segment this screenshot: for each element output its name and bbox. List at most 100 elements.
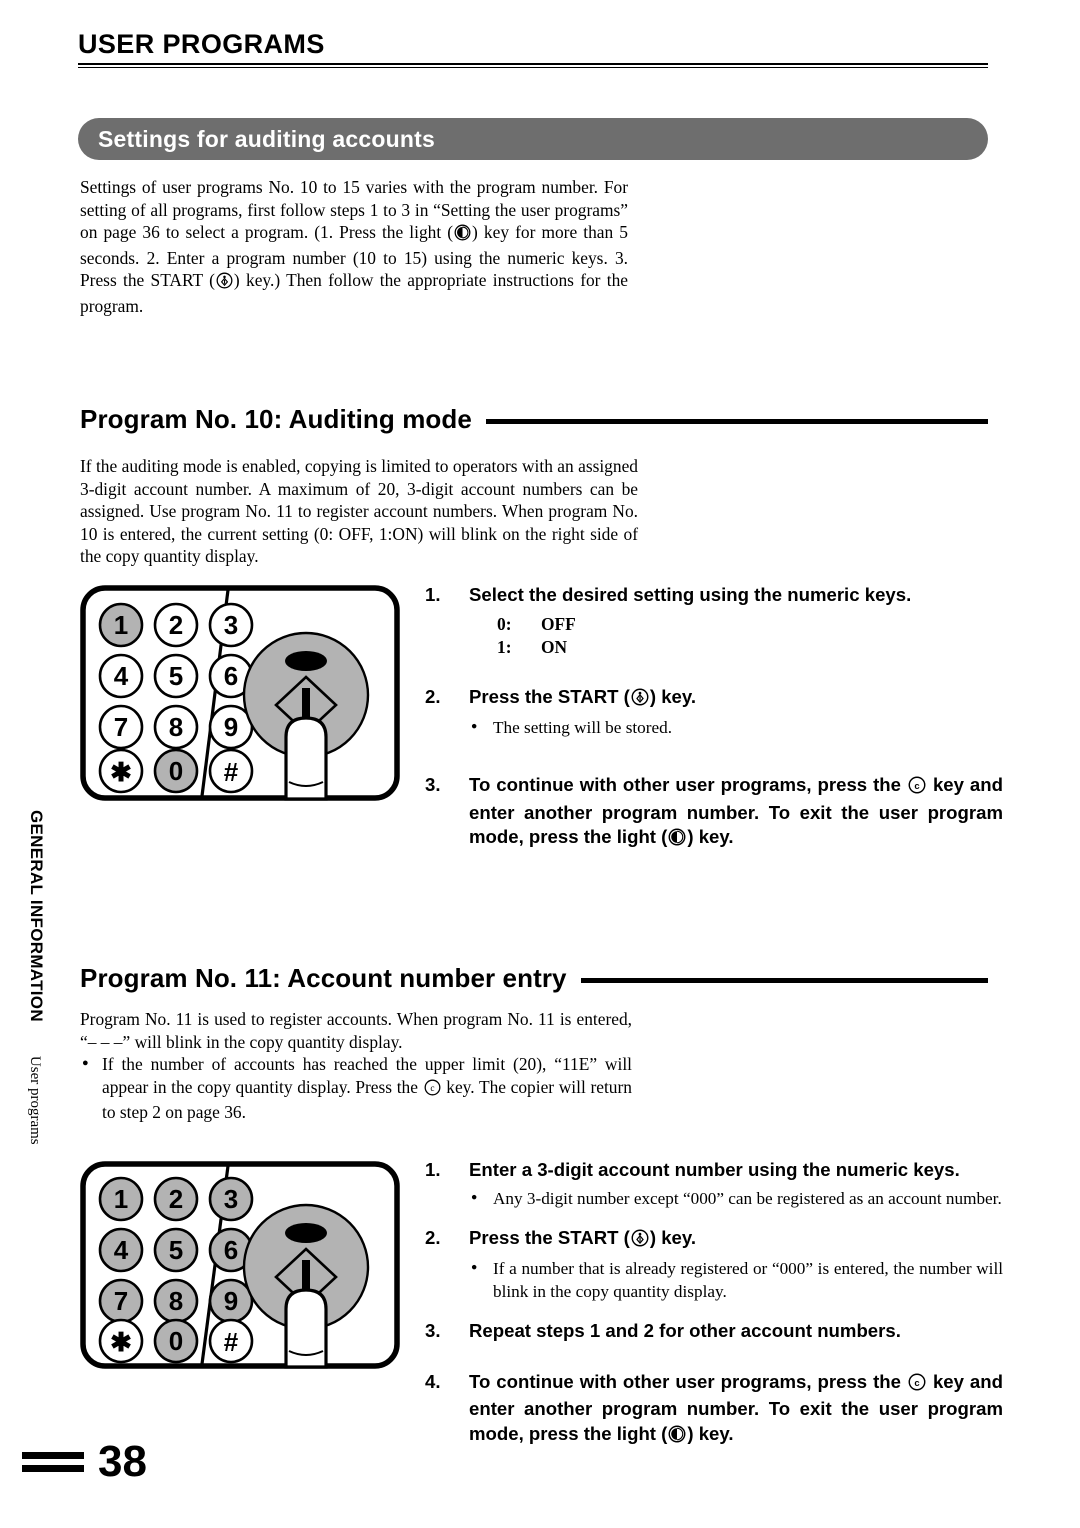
step-text: Press the START (: [469, 1226, 630, 1248]
option-value: ON: [541, 636, 568, 657]
steps-program-11: 1. Enter a 3-digit account number using …: [425, 1158, 1003, 1449]
svg-text:1: 1: [114, 1184, 128, 1214]
document-page: USER PROGRAMS Settings for auditing acco…: [0, 0, 1080, 1528]
light-key-icon: [668, 828, 686, 853]
step-number: 4.: [425, 1370, 441, 1392]
keypad-keys: 1 2 3 4 5 6 7 8 9 ✱ 0 #: [98, 602, 254, 794]
folio: 38: [22, 1440, 147, 1484]
svg-text:4: 4: [114, 1235, 129, 1265]
side-tab-main-label: GENERAL INFORMATION: [27, 810, 46, 1022]
step-text: Enter a 3-digit account number using the…: [469, 1159, 960, 1180]
step-item: 1. Enter a 3-digit account number using …: [425, 1158, 1003, 1183]
side-tab-sub-label: User programs: [27, 1055, 43, 1145]
step-number: 3.: [425, 1320, 441, 1342]
svg-text:c: c: [914, 1378, 919, 1389]
section-heading-program-11-text: Program No. 11: Account number entry: [80, 963, 567, 993]
side-tab-text-group: GENERAL INFORMATION User programs: [26, 810, 46, 1145]
svg-text:2: 2: [169, 1184, 183, 1214]
folio-bars: [22, 1452, 84, 1472]
step-text: Select the desired setting using the num…: [469, 584, 912, 605]
svg-text:8: 8: [169, 712, 183, 742]
svg-text:9: 9: [224, 1286, 238, 1316]
svg-text:3: 3: [224, 610, 238, 640]
step-number: 2.: [425, 1226, 441, 1248]
section-banner-title: Settings for auditing accounts: [98, 125, 435, 152]
svg-text:#: #: [224, 1327, 239, 1357]
section-heading-rule: [485, 418, 988, 424]
step-item: 2. Press the START ( ) key.: [425, 685, 1003, 713]
step-text: To continue with other user programs, pr…: [469, 774, 907, 796]
section-11-body: Program No. 11 is used to register accou…: [80, 1008, 632, 1124]
svg-text:c: c: [914, 781, 919, 792]
running-head: USER PROGRAMS: [78, 30, 988, 68]
light-key-icon: [454, 224, 471, 247]
section-heading-program-11: Program No. 11: Account number entry: [80, 963, 988, 994]
light-key-icon: [668, 1425, 686, 1450]
folio-bar: [22, 1452, 84, 1459]
step-item: 3. Repeat steps 1 and 2 for other accoun…: [425, 1319, 1003, 1344]
start-key-icon: [631, 1229, 649, 1254]
svg-text:0: 0: [169, 1326, 183, 1356]
svg-text:7: 7: [114, 1286, 128, 1316]
option-row: 1: ON: [497, 636, 1003, 659]
step-number: 1.: [425, 584, 441, 605]
side-tab: GENERAL INFORMATION User programs: [26, 810, 56, 1430]
svg-text:5: 5: [169, 1235, 183, 1265]
svg-text:6: 6: [224, 1235, 238, 1265]
svg-text:6: 6: [224, 661, 238, 691]
step-text: To continue with other user programs, pr…: [469, 1370, 907, 1392]
svg-text:5: 5: [169, 661, 183, 691]
folio-bar: [22, 1465, 84, 1472]
svg-text:0: 0: [169, 756, 183, 786]
svg-text:4: 4: [114, 661, 129, 691]
start-key-icon: [631, 688, 649, 713]
step-item: 3. To continue with other user programs,…: [425, 773, 1003, 853]
folio-page-number: 38: [98, 1437, 147, 1486]
step-item: 2. Press the START ( ) key.: [425, 1226, 1003, 1254]
step-text: Press the START (: [469, 685, 630, 707]
running-head-rule: [78, 63, 988, 68]
step-note: The setting will be stored.: [469, 716, 1003, 739]
step-item: 4. To continue with other user programs,…: [425, 1370, 1003, 1450]
keypad-keys: 1 2 3 4 5 6 7 8 9 ✱ 0 #: [98, 1176, 254, 1364]
clear-key-icon: c: [908, 776, 926, 801]
keypad-illustration-program-11: 1 2 3 4 5 6 7 8 9 ✱ 0 #: [80, 1161, 400, 1374]
svg-text:✱: ✱: [110, 757, 132, 787]
intro-paragraph: Settings of user programs No. 10 to 15 v…: [80, 176, 628, 318]
setting-options-list: 0: OFF 1: ON: [497, 613, 1003, 659]
svg-text:c: c: [430, 1084, 434, 1094]
section-heading-rule: [580, 977, 988, 983]
start-key-icon: [216, 272, 233, 295]
clear-key-icon: c: [424, 1079, 441, 1102]
step-item: 1. Select the desired setting using the …: [425, 583, 1003, 608]
svg-text:2: 2: [169, 610, 183, 640]
section-11-bullet: If the number of accounts has reached th…: [80, 1052, 632, 1124]
running-head-title: USER PROGRAMS: [78, 29, 325, 59]
step-text-tail: ) key.: [687, 1422, 734, 1444]
section-banner: Settings for auditing accounts: [78, 118, 988, 160]
steps-program-10: 1. Select the desired setting using the …: [425, 583, 1003, 853]
option-key: 0:: [497, 613, 512, 634]
step-number: 1.: [425, 1159, 441, 1180]
step-number: 2.: [425, 685, 441, 707]
clear-key-icon: c: [908, 1373, 926, 1398]
option-key: 1:: [497, 636, 512, 657]
svg-text:8: 8: [169, 1286, 183, 1316]
section-10-paragraph: If the auditing mode is enabled, copying…: [80, 456, 638, 567]
svg-text:#: #: [224, 757, 239, 787]
section-heading-program-10-text: Program No. 10: Auditing mode: [80, 404, 472, 434]
svg-text:7: 7: [114, 712, 128, 742]
step-number: 3.: [425, 774, 441, 796]
step-text-tail: ) key.: [687, 826, 734, 848]
svg-text:1: 1: [114, 610, 128, 640]
section-heading-program-10: Program No. 10: Auditing mode: [80, 404, 988, 435]
step-text: Repeat steps 1 and 2 for other account n…: [469, 1320, 901, 1342]
svg-text:3: 3: [224, 1184, 238, 1214]
svg-text:✱: ✱: [110, 1327, 132, 1357]
keypad-illustration-program-10: 1 2 3 4 5 6 7 8 9 ✱ 0 #: [80, 585, 400, 806]
step-text-tail: ) key.: [649, 1226, 697, 1248]
step-note: Any 3-digit number except “000” can be r…: [469, 1186, 1003, 1210]
step-text-tail: ) key.: [649, 685, 697, 707]
step-note: If a number that is already registered o…: [469, 1257, 1003, 1303]
svg-text:9: 9: [224, 712, 238, 742]
